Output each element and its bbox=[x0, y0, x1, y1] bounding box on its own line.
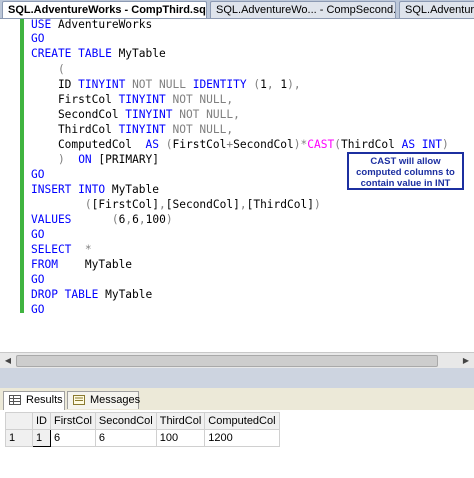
cell-thirdcol[interactable]: 100 bbox=[155, 429, 206, 447]
messages-icon bbox=[73, 395, 85, 405]
column-header-id[interactable]: ID bbox=[32, 412, 51, 430]
tab-results[interactable]: Results bbox=[3, 391, 65, 411]
scroll-left-icon[interactable]: ◀ bbox=[0, 353, 16, 368]
code-line: ) ON [PRIMARY] bbox=[57, 153, 160, 166]
cell-firstcol[interactable]: 6 bbox=[50, 429, 96, 447]
tab-label: SQL.AdventureWorks - CompThird.sql bbox=[8, 4, 207, 16]
query-editor[interactable]: USE AdventureWorks GO CREATE TABLE MyTab… bbox=[0, 19, 474, 370]
code-line: USE AdventureWorks bbox=[31, 19, 153, 31]
tab-label: SQL.Adventure bbox=[405, 4, 474, 16]
results-grid[interactable]: ID FirstCol SecondCol ThirdCol ComputedC… bbox=[0, 410, 474, 478]
code-line: ThirdCol TINYINT NOT NULL, bbox=[31, 123, 234, 136]
cell-id[interactable]: 1 bbox=[32, 429, 51, 447]
cell-secondcol[interactable]: 6 bbox=[94, 429, 157, 447]
horizontal-scrollbar[interactable]: ◀ ▶ bbox=[0, 352, 474, 368]
table-header-row: ID FirstCol SecondCol ThirdCol ComputedC… bbox=[5, 412, 280, 430]
code-line: ID TINYINT NOT NULL IDENTITY (1, 1), bbox=[31, 78, 301, 91]
code-line: FROM MyTable bbox=[31, 258, 133, 271]
scroll-thumb[interactable] bbox=[16, 355, 438, 367]
document-tab-strip: SQL.AdventureWorks - CompThird.sql × SQL… bbox=[0, 0, 474, 19]
tab-compthird-sql[interactable]: SQL.AdventureWorks - CompThird.sql × bbox=[2, 1, 207, 18]
corner-cell[interactable] bbox=[5, 412, 33, 430]
results-table: ID FirstCol SecondCol ThirdCol ComputedC… bbox=[5, 412, 280, 447]
grid-icon bbox=[9, 395, 21, 405]
tab-label: Results bbox=[26, 394, 63, 406]
column-header-secondcol[interactable]: SecondCol bbox=[94, 412, 157, 430]
tab-compsecond-sql[interactable]: SQL.AdventureWo... - CompSecond.sql bbox=[210, 1, 396, 18]
results-tab-strip: Results Messages bbox=[0, 388, 474, 411]
annotation-callout: CAST will allow computed columns to cont… bbox=[347, 152, 464, 190]
code-line: GO bbox=[31, 32, 45, 45]
column-header-firstcol[interactable]: FirstCol bbox=[50, 412, 96, 430]
code-line: VALUES (6,6,100) bbox=[31, 213, 173, 226]
code-line: SELECT * bbox=[31, 243, 92, 256]
tab-messages[interactable]: Messages bbox=[67, 391, 141, 409]
code-line: GO bbox=[31, 168, 45, 181]
code-line: GO bbox=[31, 303, 45, 316]
change-tracking-bar bbox=[20, 19, 24, 313]
code-line: CREATE TABLE MyTable bbox=[31, 47, 166, 60]
column-header-thirdcol[interactable]: ThirdCol bbox=[155, 412, 206, 430]
code-line: GO bbox=[31, 228, 45, 241]
cell-computedcol[interactable]: 1200 bbox=[204, 429, 280, 447]
code-line: FirstCol TINYINT NOT NULL, bbox=[31, 93, 234, 106]
code-line: GO bbox=[31, 273, 45, 286]
pane-splitter[interactable] bbox=[0, 368, 474, 388]
tab-label: SQL.AdventureWo... - CompSecond.sql bbox=[216, 4, 396, 16]
table-row[interactable]: 1 1 6 6 100 1200 bbox=[5, 429, 280, 447]
code-line: ComputedCol AS (FirstCol+SecondCol)*CAST… bbox=[31, 138, 449, 151]
code-line: ( bbox=[57, 63, 65, 76]
row-number[interactable]: 1 bbox=[5, 429, 33, 447]
code-line: ([FirstCol],[SecondCol],[ThirdCol]) bbox=[84, 198, 321, 211]
tab-label: Messages bbox=[90, 394, 141, 406]
code-line: DROP TABLE MyTable bbox=[31, 288, 153, 301]
code-line: SecondCol TINYINT NOT NULL, bbox=[31, 108, 240, 121]
tab-sql-adventure[interactable]: SQL.Adventure bbox=[399, 1, 474, 18]
code-line: INSERT INTO MyTable bbox=[31, 183, 159, 196]
column-header-computedcol[interactable]: ComputedCol bbox=[204, 412, 280, 430]
scroll-right-icon[interactable]: ▶ bbox=[458, 353, 474, 368]
